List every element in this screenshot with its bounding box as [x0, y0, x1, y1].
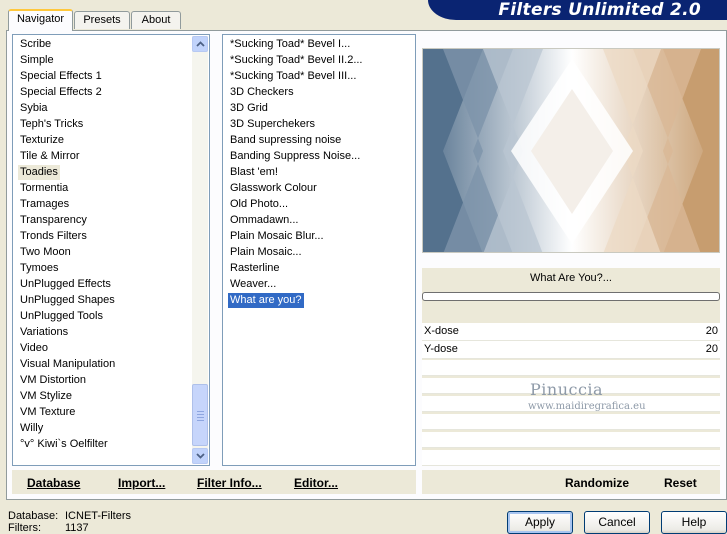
- category-scrollbar[interactable]: [192, 36, 208, 464]
- scroll-thumb[interactable]: [192, 384, 208, 446]
- category-item[interactable]: VM Texture: [20, 405, 75, 420]
- category-item[interactable]: Special Effects 1: [20, 69, 102, 84]
- category-item[interactable]: Scribe: [20, 37, 51, 52]
- tab-about[interactable]: About: [131, 11, 181, 29]
- watermark-name: Pinuccia: [530, 380, 604, 399]
- category-item[interactable]: Visual Manipulation: [20, 357, 115, 372]
- filter-item[interactable]: Ommadawn...: [228, 213, 300, 228]
- slider-label: X-dose: [424, 325, 459, 337]
- slider-value: 20: [705, 325, 718, 337]
- status-filters: Filters: 1137: [8, 522, 89, 534]
- scroll-down-button[interactable]: [192, 448, 208, 464]
- filter-info-button[interactable]: Filter Info...: [197, 476, 262, 490]
- help-button[interactable]: Help: [661, 511, 727, 534]
- empty-slider-row: [422, 414, 720, 430]
- category-item[interactable]: UnPlugged Tools: [20, 309, 103, 324]
- filter-item[interactable]: Weaver...: [228, 277, 278, 292]
- category-item[interactable]: Texturize: [20, 133, 64, 148]
- filter-item[interactable]: Plain Mosaic...: [228, 245, 304, 260]
- category-list[interactable]: Scribe Simple Special Effects 1 Special Eff…: [12, 34, 210, 466]
- category-item[interactable]: Toadies: [18, 165, 60, 180]
- randomize-button[interactable]: Randomize: [565, 476, 629, 490]
- filter-item[interactable]: *Sucking Toad* Bevel I...: [228, 37, 352, 52]
- database-button[interactable]: Database: [27, 476, 80, 490]
- filter-item[interactable]: 3D Grid: [228, 101, 270, 116]
- status-database: Database: ICNET-Filters: [8, 510, 131, 522]
- category-item[interactable]: °v° Kiwi`s Oelfilter: [20, 437, 108, 452]
- category-item[interactable]: Teph's Tricks: [20, 117, 83, 132]
- chevron-down-icon: [196, 453, 205, 459]
- filter-item[interactable]: Band supressing noise: [228, 133, 343, 148]
- slider-label: Y-dose: [424, 343, 458, 355]
- watermark-url: www.maidiregrafica.eu: [528, 401, 646, 412]
- filter-item[interactable]: Banding Suppress Noise...: [228, 149, 362, 164]
- category-item[interactable]: Sybia: [20, 101, 48, 116]
- filter-item[interactable]: Rasterline: [228, 261, 282, 276]
- filter-list[interactable]: *Sucking Toad* Bevel I... *Sucking Toad* …: [222, 34, 416, 466]
- category-item[interactable]: Tymoes: [20, 261, 59, 276]
- filter-item[interactable]: *Sucking Toad* Bevel II.2...: [228, 53, 365, 68]
- category-item[interactable]: VM Distortion: [20, 373, 86, 388]
- title-banner: Filters Unlimited 2.0: [428, 0, 727, 20]
- filter-item[interactable]: Glasswork Colour: [228, 181, 319, 196]
- filter-item[interactable]: 3D Superchekers: [228, 117, 317, 132]
- category-item[interactable]: Transparency: [20, 213, 87, 228]
- filter-item[interactable]: Blast 'em!: [228, 165, 280, 180]
- param-actions: Randomize Reset: [422, 470, 720, 494]
- category-item[interactable]: UnPlugged Shapes: [20, 293, 115, 308]
- filter-item[interactable]: What are you?: [228, 293, 304, 308]
- slider-x-dose[interactable]: X-dose 20: [422, 323, 720, 341]
- selected-filter-name: What Are You?...: [530, 272, 612, 284]
- tab-presets[interactable]: Presets: [74, 11, 130, 29]
- list-actions: Database Import... Filter Info... Editor…: [12, 470, 416, 494]
- filter-item[interactable]: Plain Mosaic Blur...: [228, 229, 326, 244]
- filter-item[interactable]: 3D Checkers: [228, 85, 296, 100]
- category-item[interactable]: Tormentia: [20, 181, 68, 196]
- parameter-area: What Are You?... X-dose 20 Y-dose 20 Pin…: [422, 268, 720, 466]
- empty-slider-row: [422, 360, 720, 376]
- category-item[interactable]: VM Stylize: [20, 389, 72, 404]
- category-item[interactable]: Special Effects 2: [20, 85, 102, 100]
- progress-bar: [422, 292, 720, 301]
- category-item[interactable]: Tile & Mirror: [20, 149, 79, 164]
- slider-value: 20: [705, 343, 718, 355]
- scroll-up-button[interactable]: [192, 36, 208, 52]
- empty-slider-row: [422, 450, 720, 466]
- category-item[interactable]: Video: [20, 341, 48, 356]
- filter-item[interactable]: Old Photo...: [228, 197, 290, 212]
- chevron-up-icon: [196, 41, 205, 47]
- cancel-button[interactable]: Cancel: [584, 511, 650, 534]
- category-item[interactable]: Tronds Filters: [20, 229, 87, 244]
- tab-navigator[interactable]: Navigator: [8, 9, 73, 31]
- category-item[interactable]: Willy: [20, 421, 43, 436]
- slider-y-dose[interactable]: Y-dose 20: [422, 341, 720, 359]
- apply-button[interactable]: Apply: [507, 511, 573, 534]
- empty-slider-row: [422, 432, 720, 448]
- category-item[interactable]: Simple: [20, 53, 54, 68]
- category-item[interactable]: Tramages: [20, 197, 69, 212]
- import-button[interactable]: Import...: [118, 476, 165, 490]
- editor-button[interactable]: Editor...: [294, 476, 338, 490]
- preview-graphic: [423, 49, 719, 252]
- app-title: Filters Unlimited 2.0: [498, 0, 701, 20]
- preview-image: [422, 48, 720, 253]
- category-item[interactable]: Variations: [20, 325, 68, 340]
- category-item[interactable]: UnPlugged Effects: [20, 277, 111, 292]
- category-item[interactable]: Two Moon: [20, 245, 71, 260]
- reset-button[interactable]: Reset: [664, 476, 697, 490]
- filter-item[interactable]: *Sucking Toad* Bevel III...: [228, 69, 358, 84]
